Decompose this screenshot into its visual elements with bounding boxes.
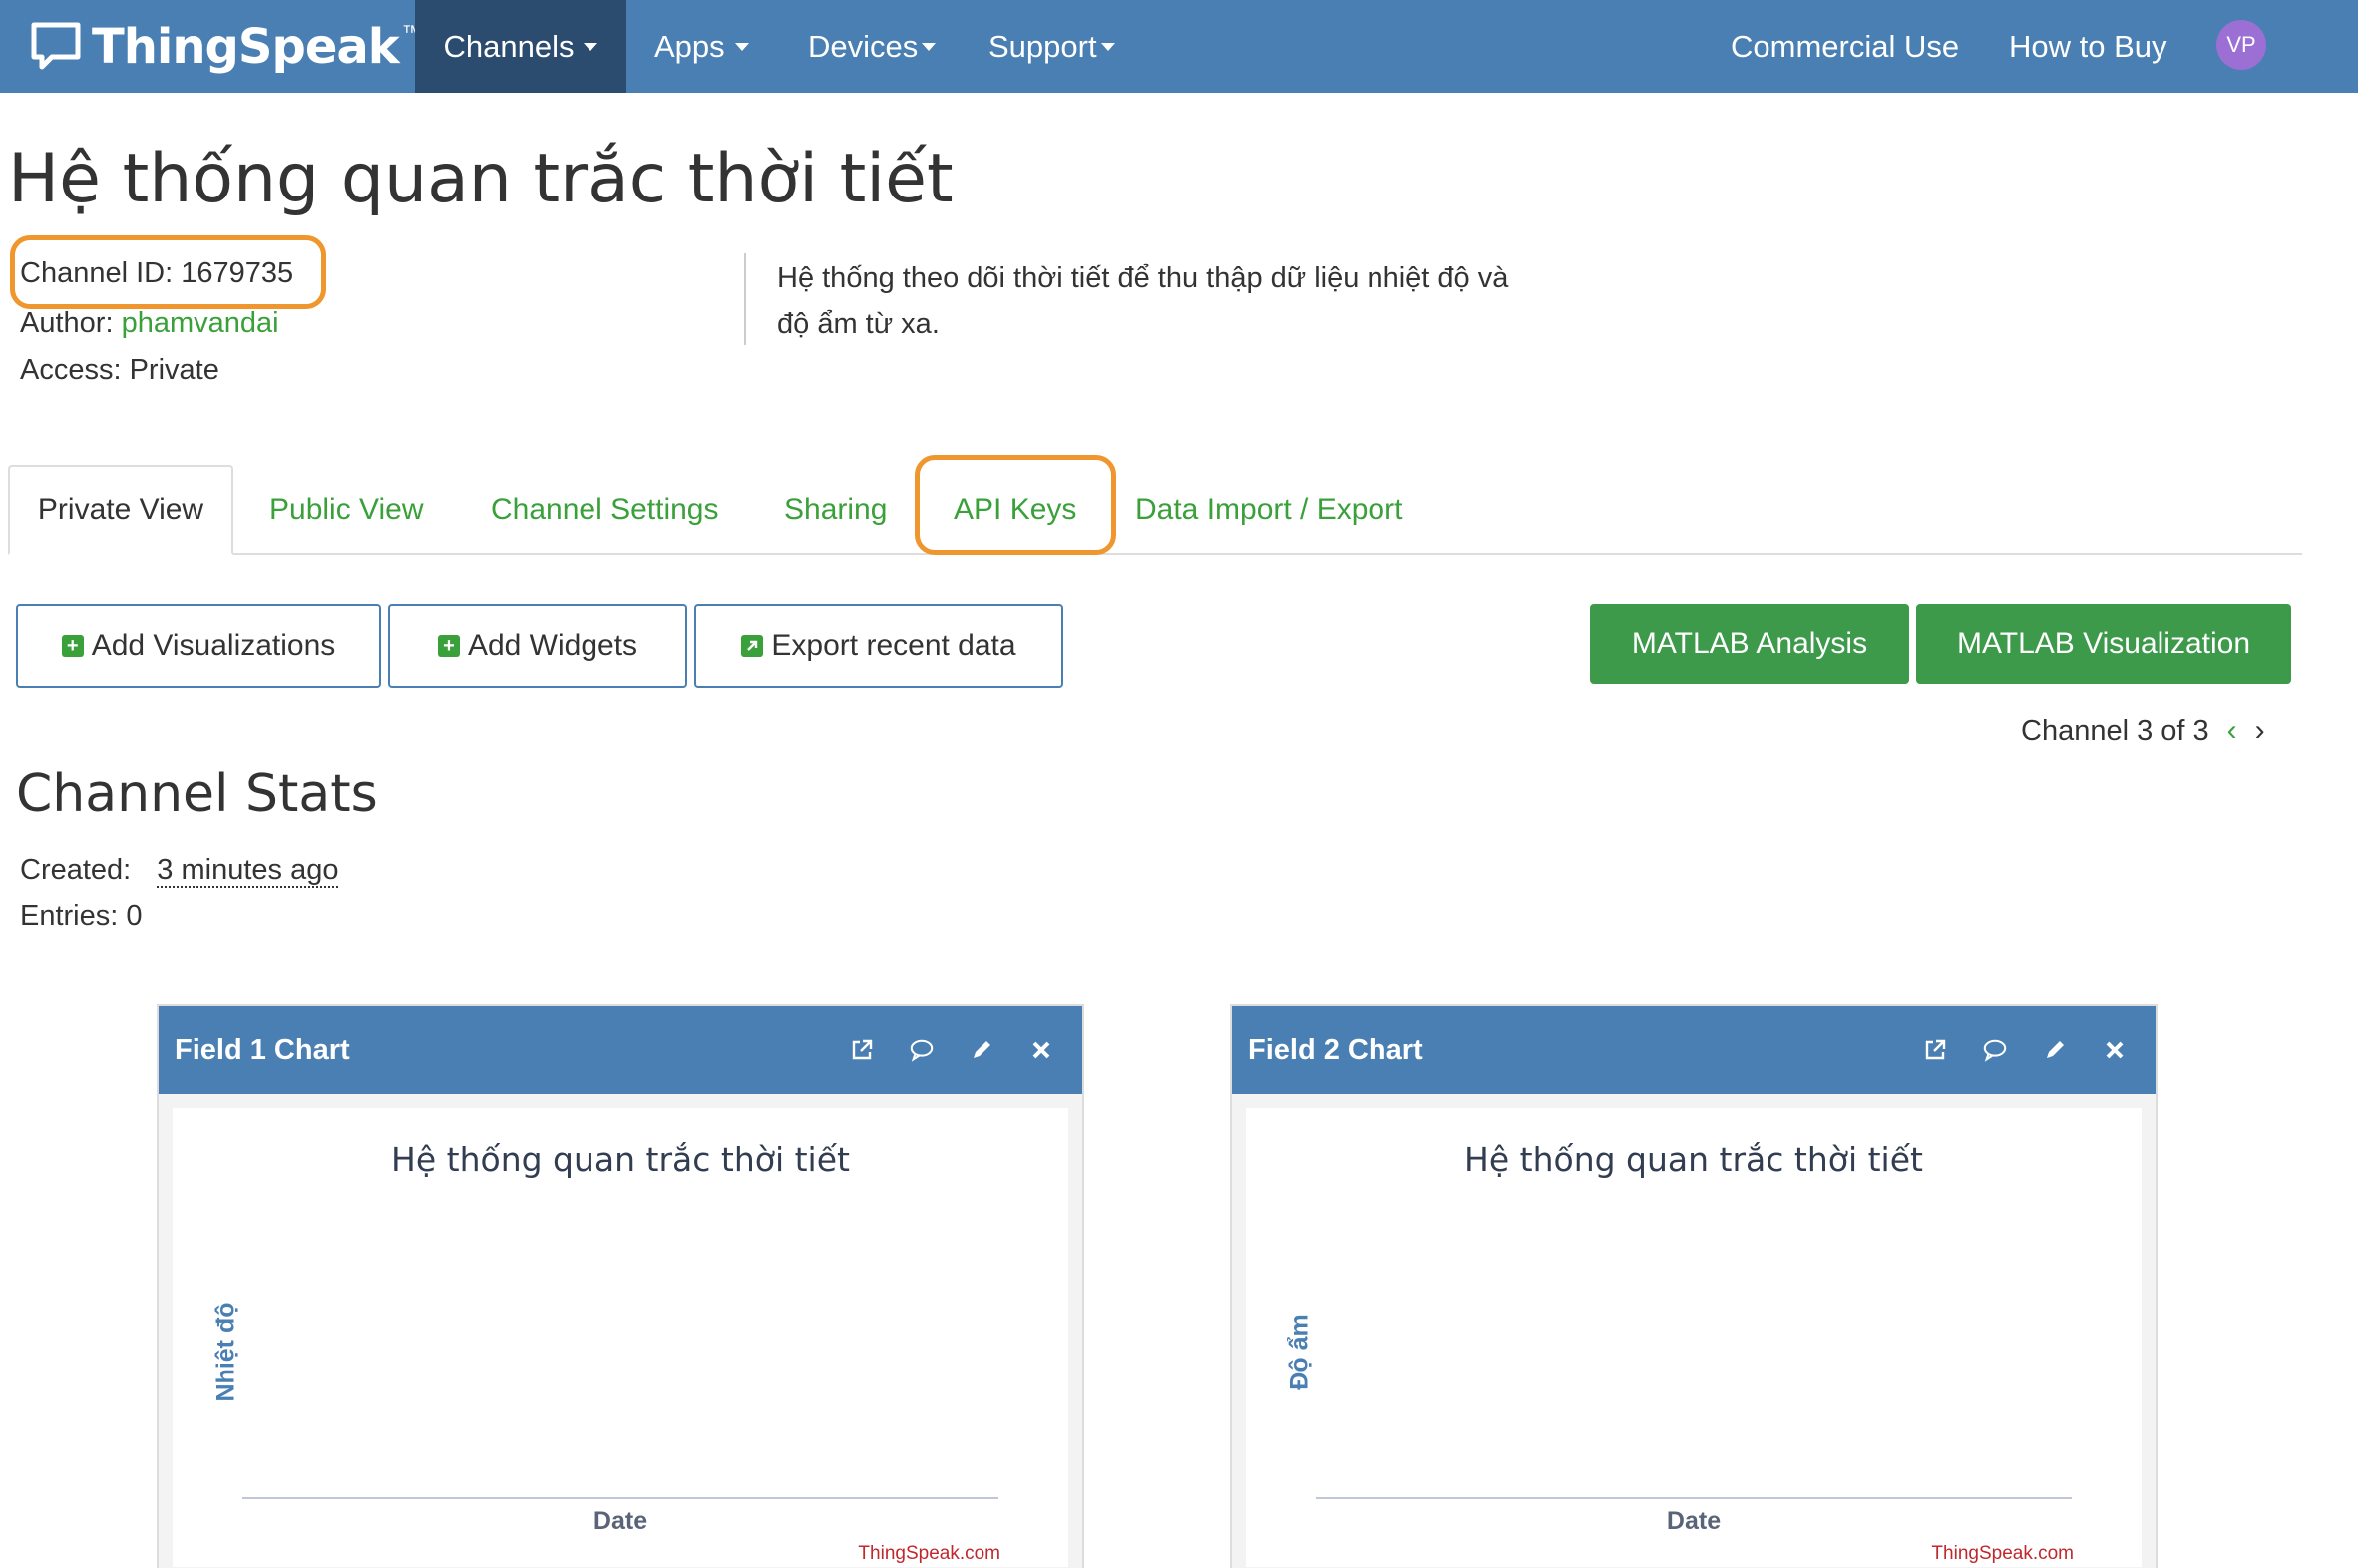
field-1-chart-panel: Field 1 Chart Hệ thống quan trắc thời ti… (157, 1004, 1084, 1568)
pager-text: Channel 3 of 3 (2021, 714, 2209, 747)
x-axis-label: Date (1666, 1507, 1722, 1535)
chart-title: Hệ thống quan trắc thời tiết (1464, 1140, 1923, 1179)
chart-area: Hệ thống quan trắc thời tiết Độ ẩm Date … (1246, 1108, 2142, 1567)
chevron-right-icon[interactable]: › (2255, 714, 2265, 748)
entries-label: Entries: (20, 900, 119, 932)
top-navbar: ThingSpeak ™ Channels Apps Devices Suppo… (0, 0, 2358, 93)
nav-apps[interactable]: Apps (654, 0, 749, 93)
brand-name: ThingSpeak (92, 19, 400, 75)
tab-private-view[interactable]: Private View (8, 465, 233, 555)
tab-api-keys[interactable]: API Keys (954, 465, 1076, 555)
chart-area: Hệ thống quan trắc thời tiết Nhiệt độ Da… (173, 1108, 1068, 1567)
add-widgets-label: Add Widgets (467, 629, 638, 662)
channel-pager: Channel 3 of 3 ‹ › (2021, 714, 2265, 748)
add-visualizations-label: Add Visualizations (91, 629, 336, 662)
panel-title: Field 2 Chart (1248, 1033, 1423, 1066)
y-axis-label: Độ ẩm (1285, 1314, 1314, 1390)
chart-title: Hệ thống quan trắc thời tiết (391, 1140, 850, 1179)
plus-icon: + (437, 635, 460, 657)
nav-apps-label: Apps (654, 28, 725, 64)
nav-devices[interactable]: Devices (808, 0, 937, 93)
nav-support-label: Support (988, 28, 1097, 64)
author-label: Author: (20, 307, 114, 339)
tab-public-view[interactable]: Public View (269, 465, 424, 555)
matlab-analysis-button[interactable]: MATLAB Analysis (1590, 604, 1909, 684)
panel-tools (849, 1006, 1054, 1094)
comment-icon[interactable] (909, 1037, 935, 1063)
page-title: Hệ thống quan trắc thời tiết (8, 140, 954, 218)
close-icon[interactable] (1028, 1037, 1054, 1063)
entries-value: 0 (126, 900, 143, 932)
chart-credit-link[interactable]: ThingSpeak.com (1931, 1543, 2074, 1565)
matlab-visualization-button[interactable]: MATLAB Visualization (1916, 604, 2291, 684)
stat-entries: Entries: 0 (20, 900, 143, 933)
plus-icon: + (61, 635, 84, 657)
channel-id-value: 1679735 (181, 257, 294, 289)
x-axis-line (242, 1497, 998, 1499)
access-value: Private (129, 354, 219, 386)
created-label: Created: (20, 854, 132, 886)
x-axis-line (1316, 1497, 2072, 1499)
panel-header: Field 2 Chart (1232, 1006, 2156, 1094)
channel-author: Author: phamvandai (20, 307, 279, 340)
author-link[interactable]: phamvandai (122, 307, 279, 339)
chevron-left-icon[interactable]: ‹ (2227, 714, 2237, 748)
field-2-chart-panel: Field 2 Chart Hệ thống quan trắc thời ti… (1230, 1004, 2158, 1568)
pencil-icon[interactable] (969, 1037, 994, 1063)
nav-channels-label: Channels (443, 28, 575, 64)
nav-commercial-use-label: Commercial Use (1731, 28, 1960, 64)
speech-bubble-icon (31, 22, 81, 70)
export-recent-data-label: Export recent data (771, 629, 1016, 662)
export-icon (741, 635, 764, 657)
export-recent-data-button[interactable]: Export recent data (694, 604, 1063, 688)
x-axis-label: Date (592, 1507, 648, 1535)
thingspeak-logo[interactable]: ThingSpeak ™ (30, 12, 422, 82)
nav-how-to-buy[interactable]: How to Buy (2009, 0, 2167, 93)
tab-channel-settings[interactable]: Channel Settings (491, 465, 719, 555)
chart-credit-link[interactable]: ThingSpeak.com (858, 1543, 1000, 1565)
caret-down-icon (922, 42, 937, 51)
user-avatar[interactable]: VP (2216, 20, 2266, 70)
panel-tools (1922, 1006, 2128, 1094)
nav-channels[interactable]: Channels (415, 0, 626, 93)
channel-stats-title: Channel Stats (16, 764, 378, 824)
caret-down-icon (734, 42, 749, 51)
channel-id: Channel ID: 1679735 (20, 257, 293, 290)
caret-down-icon (584, 42, 598, 51)
caret-down-icon (1100, 42, 1115, 51)
created-value: 3 minutes ago (157, 854, 339, 888)
add-visualizations-button[interactable]: + Add Visualizations (16, 604, 381, 688)
channel-description: Hệ thống theo dõi thời tiết để thu thập … (777, 262, 1509, 340)
tab-data-import-export[interactable]: Data Import / Export (1135, 465, 1402, 555)
nav-how-to-buy-label: How to Buy (2009, 28, 2167, 64)
add-widgets-button[interactable]: + Add Widgets (388, 604, 687, 688)
stat-created: Created: 3 minutes ago (20, 854, 339, 888)
channel-access: Access: Private (20, 354, 219, 387)
access-label: Access: (20, 354, 122, 386)
tab-sharing[interactable]: Sharing (784, 465, 887, 555)
panel-header: Field 1 Chart (159, 1006, 1082, 1094)
description-divider (744, 253, 746, 345)
y-axis-label: Nhiệt độ (211, 1302, 240, 1402)
pencil-icon[interactable] (2042, 1037, 2068, 1063)
comment-icon[interactable] (1982, 1037, 2008, 1063)
external-link-icon[interactable] (849, 1037, 875, 1063)
nav-commercial-use[interactable]: Commercial Use (1731, 0, 1959, 93)
panel-title: Field 1 Chart (175, 1033, 350, 1066)
close-icon[interactable] (2102, 1037, 2128, 1063)
nav-devices-label: Devices (808, 28, 919, 64)
nav-support[interactable]: Support (988, 0, 1115, 93)
external-link-icon[interactable] (1922, 1037, 1948, 1063)
channel-id-label: Channel ID: (20, 257, 174, 289)
